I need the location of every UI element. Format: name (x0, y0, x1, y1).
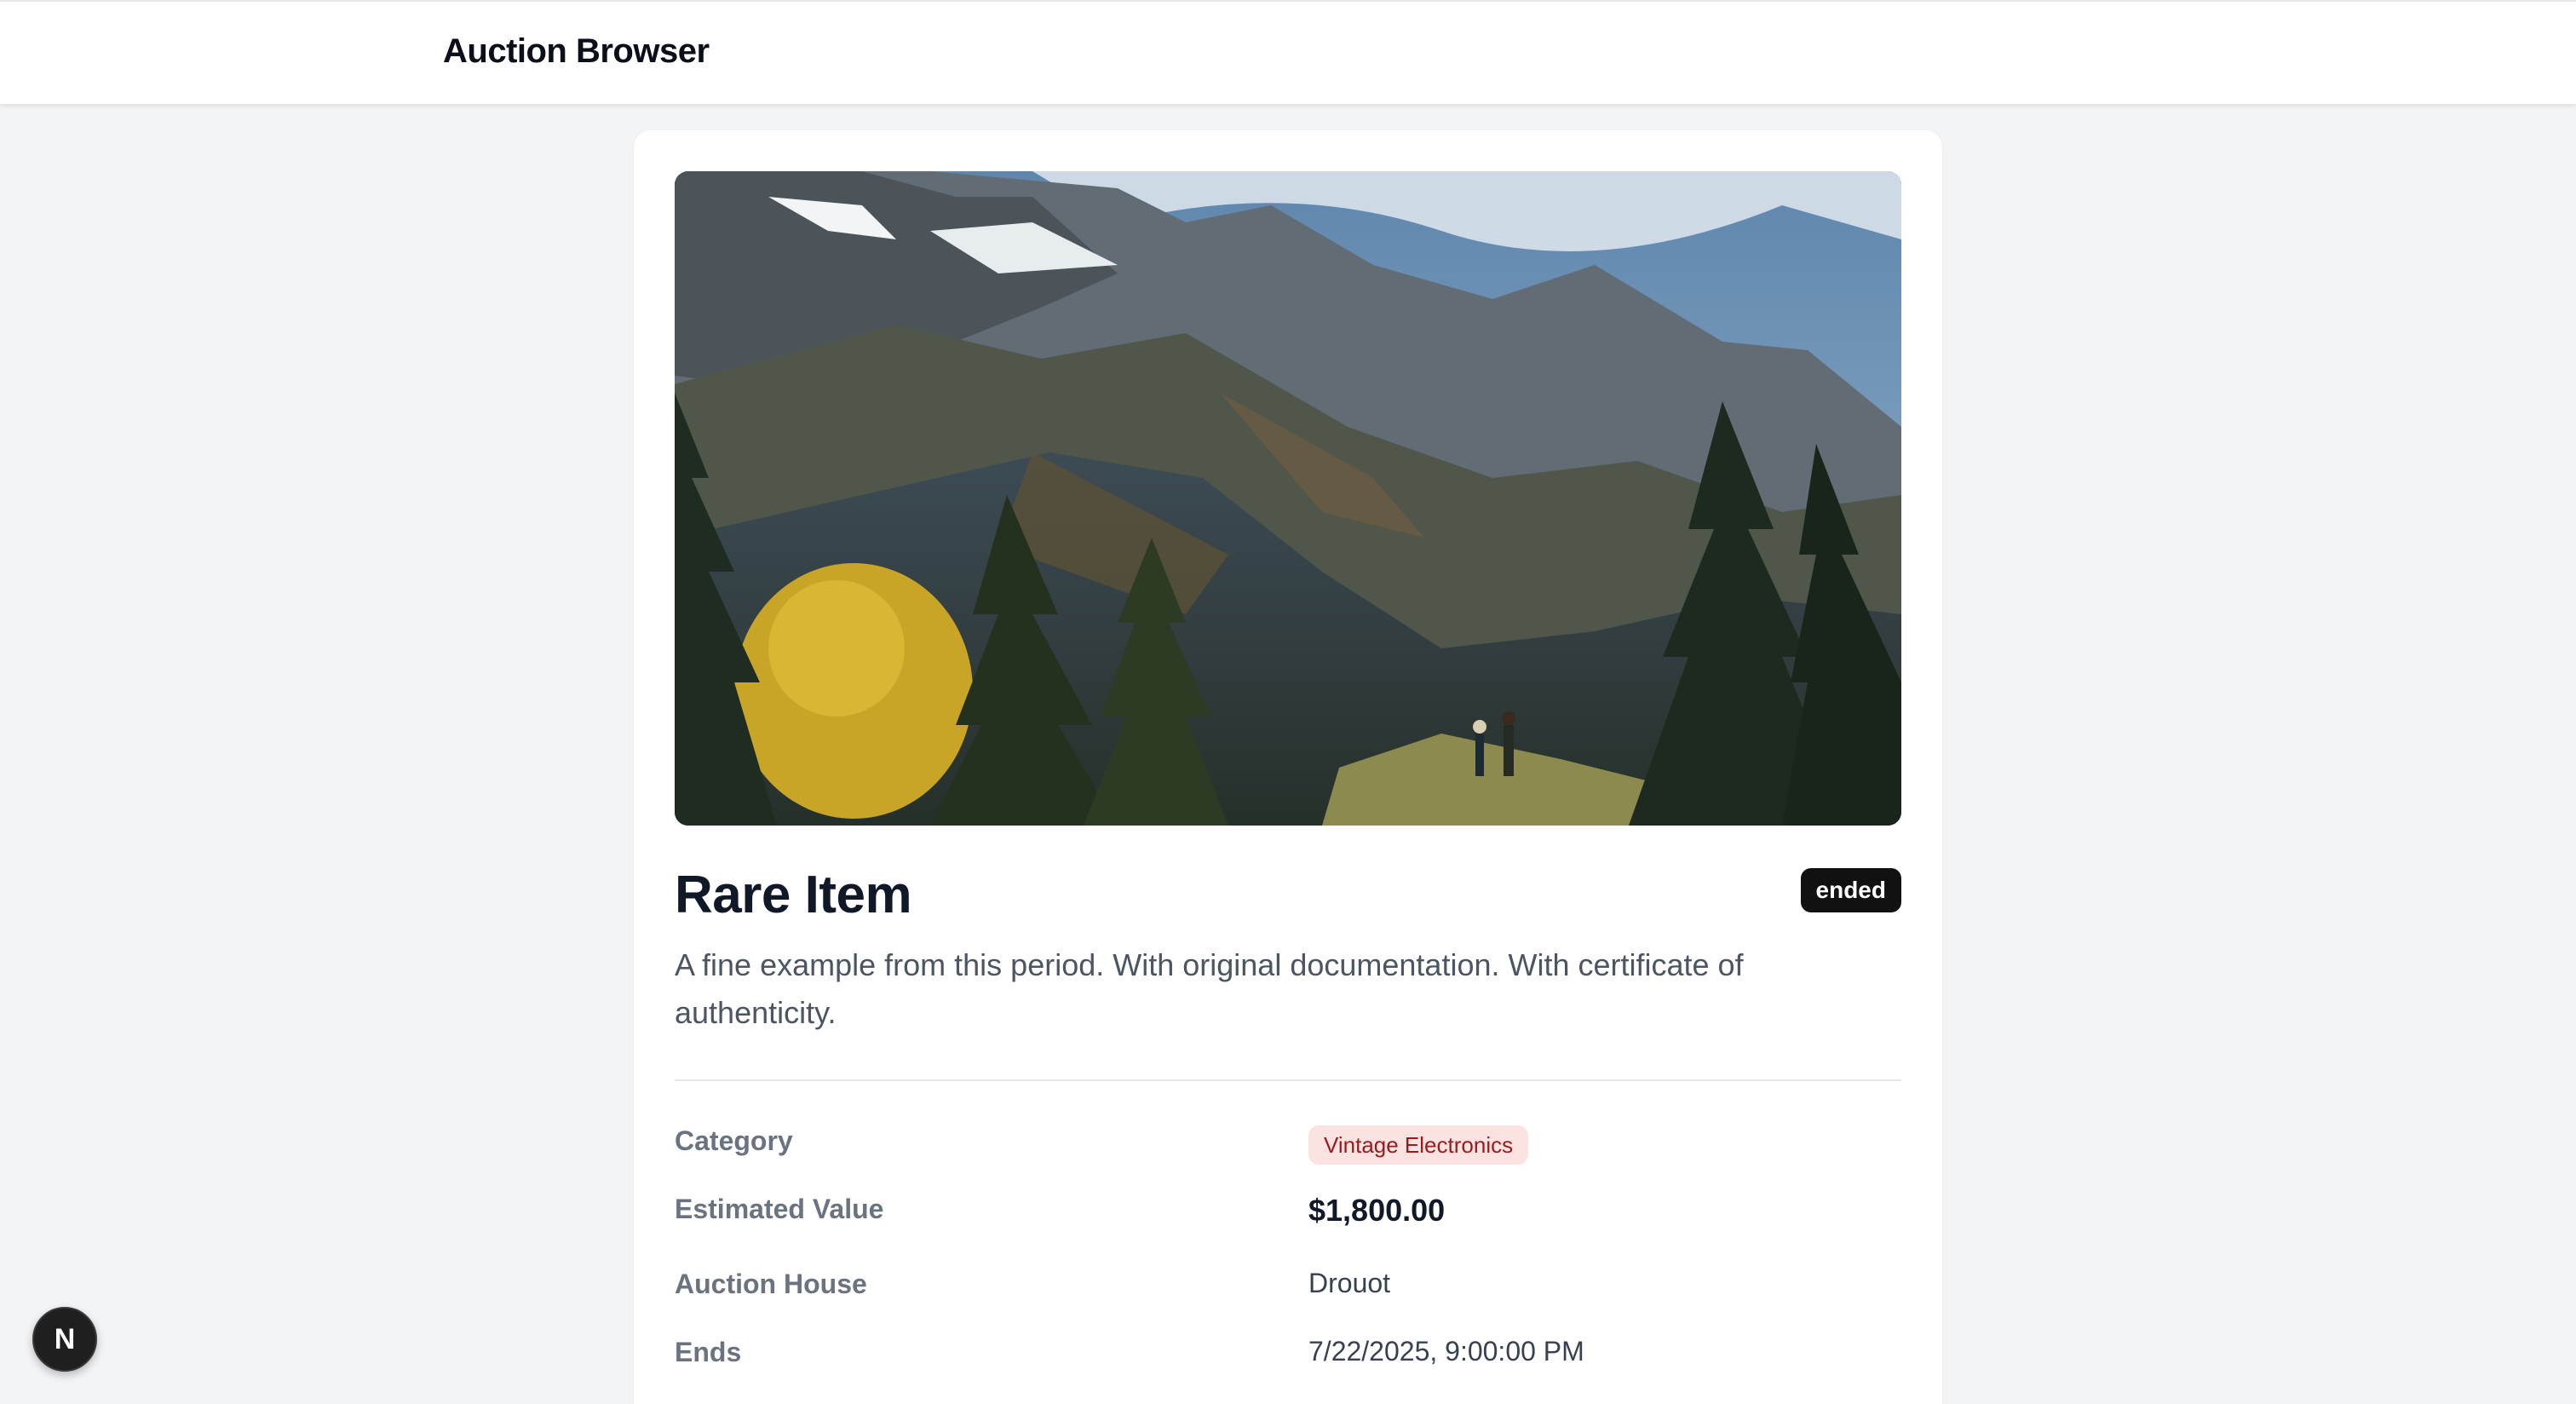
item-description: A fine example from this period. With or… (675, 947, 1744, 1030)
auction-house-value: Drouot (1308, 1268, 1391, 1298)
item-detail-card: Rare Item ended A fine example from this… (634, 130, 1942, 1404)
ends-value: 7/22/2025, 9:00:00 PM (1308, 1336, 1584, 1367)
item-image (675, 171, 1901, 826)
landscape-photo-icon (675, 171, 1901, 826)
ends-label: Ends (675, 1337, 742, 1367)
estimated-value-label: Estimated Value (675, 1194, 884, 1224)
dev-tools-button[interactable]: N (32, 1307, 97, 1372)
divider (675, 1079, 1901, 1081)
category-label: Category (675, 1125, 793, 1156)
status-badge: ended (1800, 868, 1901, 912)
app-title[interactable]: Auction Browser (443, 32, 710, 71)
estimated-value: $1,800.00 (1308, 1193, 1446, 1228)
item-title: Rare Item (675, 866, 912, 924)
auction-house-label: Auction House (675, 1269, 867, 1299)
top-navigation-bar: Auction Browser (0, 0, 2576, 104)
category-badge: Vintage Electronics (1308, 1125, 1529, 1165)
